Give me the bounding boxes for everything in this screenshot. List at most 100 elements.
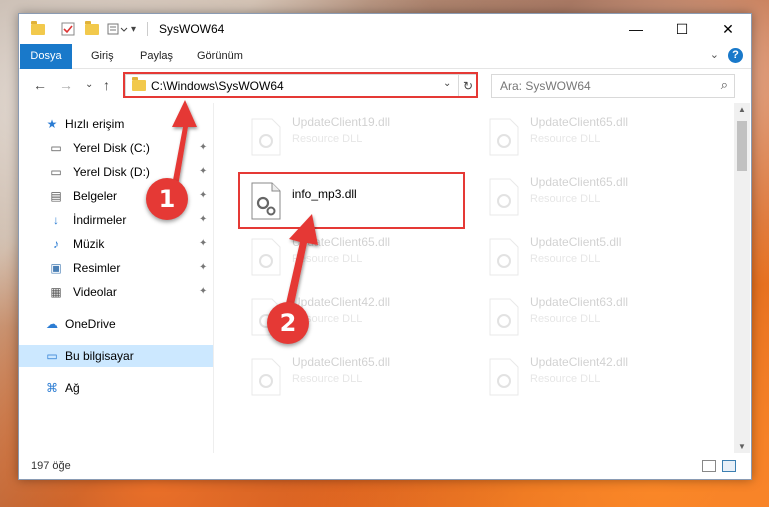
scroll-thumb[interactable] [737,121,747,171]
drive-icon: ▭ [50,141,62,155]
documents-icon: ▤ [50,189,62,203]
large-icons-view-icon[interactable] [722,460,736,472]
recent-locations-icon[interactable]: ⌄ [85,79,93,90]
dll-file-icon [251,238,281,276]
computer-icon: ▭ [46,349,58,363]
dll-file-icon [489,238,519,276]
address-highlight-box [123,72,478,98]
file-item[interactable]: UpdateClient19.dll Resource DLL [240,111,470,163]
forward-arrow-icon[interactable]: → [59,77,73,93]
music-icon: ♪ [53,237,59,251]
pin-icon: ✦ [199,190,208,201]
scroll-up-icon[interactable]: ▲ [738,105,746,114]
maximize-button[interactable]: ☐ [659,14,705,44]
sidebar-item-label: Yerel Disk (D:) [73,165,150,179]
file-name: UpdateClient42.dll [530,355,629,369]
file-item[interactable]: UpdateClient42.dll Resource DLL [478,351,708,403]
folder-icon [31,20,45,37]
file-highlight-box [238,172,465,229]
file-name: UpdateClient5.dll [530,235,622,249]
file-name: UpdateClient65.dll [292,235,391,249]
file-type: Resource DLL [292,253,363,265]
file-type: Resource DLL [530,313,601,325]
file-item[interactable]: UpdateClient65.dll Resource DLL [240,231,470,283]
sidebar-item-pictures[interactable]: ▣ Resimler ✦ [19,257,213,279]
collapse-ribbon-icon[interactable]: ⌄ [710,48,719,61]
sidebar-item-downloads[interactable]: ↓ İndirmeler ✦ [19,209,213,231]
file-explorer-window: ▾ SysWOW64 — ☐ ✕ Dosya Giriş Paylaş Görü… [18,13,752,480]
sidebar-item-music[interactable]: ♪ Müzik ✦ [19,233,213,255]
pin-icon: ✦ [199,238,208,249]
step-2-badge: 2 [267,302,309,344]
sidebar-item-quick-access[interactable]: ★ Hızlı erişim [19,113,213,135]
search-box[interactable]: Ara: SysWOW64 ⌕ [491,74,735,98]
sidebar-item-local-disk-d[interactable]: ▭ Yerel Disk (D:) ✦ [19,161,213,183]
ribbon-tabs: Dosya Giriş Paylaş Görünüm ⌄ ? [19,44,751,96]
title-bar: ▾ SysWOW64 — ☐ ✕ [19,14,751,44]
dll-file-icon [489,298,519,336]
step-1-badge: 1 [146,178,188,220]
file-name: UpdateClient65.dll [292,355,391,369]
search-icon[interactable]: ⌕ [721,77,728,93]
window-title: SysWOW64 [159,22,225,36]
file-name: UpdateClient65.dll [530,175,629,189]
help-icon[interactable]: ? [728,48,743,63]
pin-icon: ✦ [199,166,208,177]
navigation-bar: ← → ⌄ ↑ C:\Windows\SysWOW64 ⌄ ↻ Ara: Sys… [19,69,751,103]
file-type: Resource DLL [292,373,363,385]
sidebar-item-label: Resimler [73,261,121,275]
pin-icon: ✦ [199,262,208,273]
dll-file-icon [251,358,281,396]
tab-home[interactable]: Giriş [91,44,114,68]
navigation-pane: ★ Hızlı erişim ▭ Yerel Disk (C:) ✦ ▭ Yer… [19,103,214,453]
properties-icon[interactable] [61,21,75,37]
cloud-icon: ☁ [46,317,58,331]
network-icon: ⌘ [46,381,58,395]
pin-icon: ✦ [199,214,208,225]
file-name: UpdateClient65.dll [530,115,629,129]
sidebar-item-network[interactable]: ⌘ Ağ [19,377,213,399]
customize-toolbar-icon[interactable] [107,21,129,37]
file-item[interactable]: UpdateClient5.dll Resource DLL [478,231,708,283]
videos-icon: ▦ [50,285,62,299]
file-list: UpdateClient19.dll Resource DLL UpdateCl… [214,103,734,453]
sidebar-item-videos[interactable]: ▦ Videolar ✦ [19,281,213,303]
file-item[interactable]: UpdateClient65.dll Resource DLL [478,171,708,223]
minimize-button[interactable]: — [613,14,659,44]
qa-dropdown-icon[interactable]: ▾ [131,21,136,37]
file-type: Resource DLL [530,253,601,265]
status-bar: 197 öğe [19,455,751,479]
sidebar-item-this-pc[interactable]: ▭ Bu bilgisayar [19,345,213,367]
file-name: UpdateClient19.dll [292,115,391,129]
file-item[interactable]: UpdateClient63.dll Resource DLL [478,291,708,343]
file-type: Resource DLL [530,373,601,385]
sidebar-item-label: OneDrive [65,317,116,331]
file-item[interactable]: UpdateClient65.dll Resource DLL [240,351,470,403]
sidebar-item-local-disk-c[interactable]: ▭ Yerel Disk (C:) ✦ [19,137,213,159]
pin-icon: ✦ [199,286,208,297]
file-type: Resource DLL [530,133,601,145]
details-view-icon[interactable] [702,460,716,472]
dll-file-icon [489,118,519,156]
drive-icon: ▭ [50,165,62,179]
file-type: Resource DLL [292,133,363,145]
sidebar-item-label: Müzik [73,237,105,251]
download-icon: ↓ [53,213,59,227]
file-name: UpdateClient63.dll [530,295,629,309]
sidebar-item-label: Ağ [65,381,80,395]
back-arrow-icon[interactable]: ← [33,77,47,93]
tab-share[interactable]: Paylaş [140,44,173,68]
new-folder-icon[interactable] [85,20,99,37]
title-separator [147,22,148,36]
file-name: UpdateClient42.dll [292,295,391,309]
sidebar-item-label: Yerel Disk (C:) [73,141,150,155]
dll-file-icon [489,178,519,216]
tab-view[interactable]: Görünüm [197,44,243,68]
file-item[interactable]: UpdateClient65.dll Resource DLL [478,111,708,163]
sidebar-item-onedrive[interactable]: ☁ OneDrive [19,313,213,335]
vertical-scrollbar[interactable]: ▲ ▼ [734,103,750,453]
sidebar-item-label: İndirmeler [73,213,127,227]
close-button[interactable]: ✕ [705,14,751,44]
up-arrow-icon[interactable]: ↑ [103,77,110,93]
scroll-down-icon[interactable]: ▼ [738,442,746,451]
